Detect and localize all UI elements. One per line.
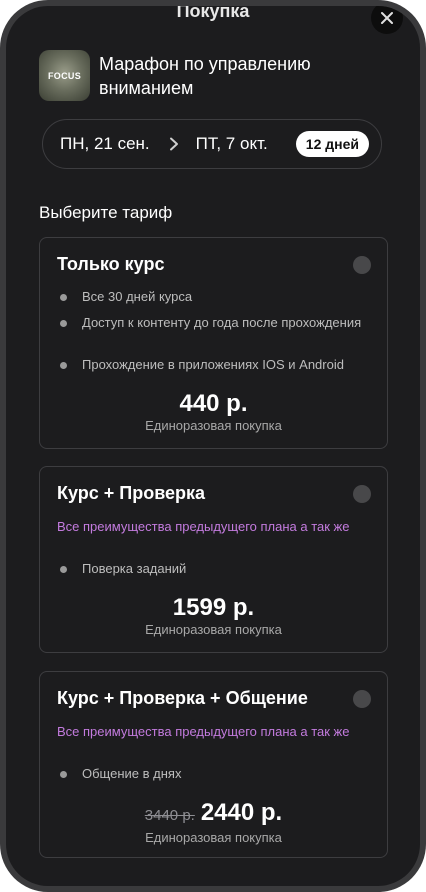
price: 440 р. xyxy=(179,390,248,417)
duration-badge: 12 дней xyxy=(295,131,369,157)
price: 1599 р. xyxy=(172,594,255,621)
plan-name: Только курс xyxy=(57,254,165,274)
perk-text: Все 30 дней курса xyxy=(82,289,193,304)
price-note: Единоразовая покупка xyxy=(145,622,282,637)
close-button[interactable] xyxy=(371,6,403,34)
plan-name: Курс + Проверка xyxy=(57,483,206,503)
plan-card-course-review[interactable]: Курс + Проверка Все преимущества предыду… xyxy=(39,466,388,653)
bullet-icon xyxy=(60,566,67,573)
perk-text: Доступ к контенту до года после прохожде… xyxy=(82,315,362,330)
old-price: 3440 р. xyxy=(144,807,195,824)
bullet-icon xyxy=(60,320,67,327)
price-block: 3440 р. 2440 р. Единоразовая покупка xyxy=(40,799,387,846)
close-icon xyxy=(381,12,393,24)
section-title: Выберите тариф xyxy=(39,203,173,222)
perk-item: Прохождение в приложениях IOS и Android xyxy=(57,357,375,373)
plan-radio[interactable] xyxy=(353,690,371,708)
price-note: Единоразовая покупка xyxy=(145,418,282,433)
phone-frame: Покупка FOCUS Марафон по управлению вним… xyxy=(0,0,426,892)
chevron-right-icon xyxy=(169,137,178,151)
bullet-icon xyxy=(60,362,67,369)
course-thumbnail: FOCUS xyxy=(39,50,90,101)
perk-text: Общение в днях xyxy=(82,766,182,781)
bullet-icon xyxy=(60,294,67,301)
perk-item: Общение в днях xyxy=(57,766,375,782)
plan-radio[interactable] xyxy=(353,485,371,503)
price-note: Единоразовая покупка xyxy=(145,830,282,845)
sheet-title: Покупка xyxy=(176,6,250,21)
price-block: 1599 р. Единоразовая покупка xyxy=(40,594,387,638)
perk-item: Доступ к контенту до года после прохожде… xyxy=(57,315,375,331)
plan-card-course-review-chat[interactable]: Курс + Проверка + Общение Все преимущест… xyxy=(39,671,388,858)
course-header: FOCUS Марафон по управлению вниманием xyxy=(39,50,359,101)
plan-radio[interactable] xyxy=(353,256,371,274)
plan-name: Курс + Проверка + Общение xyxy=(57,688,308,708)
end-date: ПТ, 7 окт. xyxy=(195,134,268,153)
plan-card-course-only[interactable]: Только курс Все 30 дней курса Доступ к к… xyxy=(39,237,388,449)
price: 2440 р. xyxy=(200,799,283,826)
price-line: 3440 р. 2440 р. xyxy=(40,799,387,830)
date-range: ПН, 21 сен. ПТ, 7 окт. 12 дней xyxy=(42,119,382,169)
purchase-sheet: Покупка FOCUS Марафон по управлению вним… xyxy=(6,6,420,886)
perk-item: Поверка заданий xyxy=(57,561,375,577)
course-title: Марафон по управлению вниманием xyxy=(99,53,311,98)
start-date: ПН, 21 сен. xyxy=(60,134,150,153)
perk-item: Все 30 дней курса xyxy=(57,289,375,305)
course-thumbnail-text: FOCUS xyxy=(48,70,81,81)
plan-highlight: Все преимущества предыдущего плана а так… xyxy=(57,724,350,739)
perk-text: Поверка заданий xyxy=(82,561,187,576)
perk-text: Прохождение в приложениях IOS и Android xyxy=(82,357,344,372)
price-block: 440 р. Единоразовая покупка xyxy=(40,390,387,434)
plan-highlight: Все преимущества предыдущего плана а так… xyxy=(57,519,350,534)
bullet-icon xyxy=(60,771,67,778)
